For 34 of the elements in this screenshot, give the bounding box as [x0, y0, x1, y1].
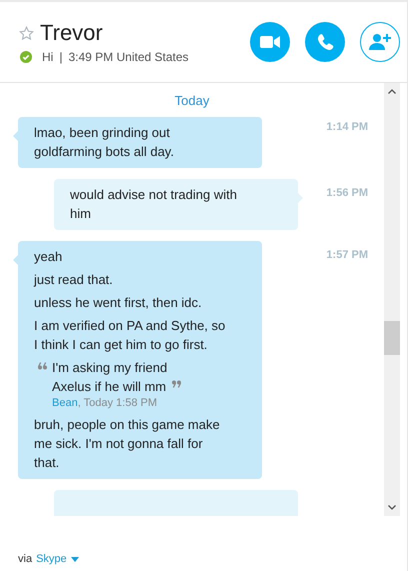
local-time: 3:49 PM United States: [68, 50, 189, 64]
message-text: I am verified on PA and Sythe, so I think I can get him to go first.: [34, 317, 226, 354]
date-divider: Today: [174, 93, 210, 108]
message-text: would advise not trading with him: [70, 186, 238, 223]
contact-name: Trevor: [40, 20, 103, 46]
message-time: 1:57 PM: [326, 249, 368, 261]
via-label: via: [18, 553, 32, 565]
separator: |: [59, 50, 62, 64]
message-text: bruh, people on this game make me sick. I'm not gonna fall for that.: [34, 416, 221, 472]
mood-text: Hi: [42, 50, 54, 64]
close-quote-icon: [171, 380, 182, 388]
scrollbar-thumb[interactable]: [384, 321, 400, 355]
video-call-button[interactable]: [250, 22, 290, 62]
message-text: unless he went first, then idc.: [34, 294, 203, 312]
caret-icon[interactable]: [70, 556, 79, 562]
video-camera-icon: [260, 35, 280, 49]
add-contact-button[interactable]: [360, 22, 400, 62]
message-time: 1:56 PM: [326, 187, 368, 199]
message-time: 1:14 PM: [326, 121, 368, 133]
message-text: yeah: [34, 248, 64, 266]
quoted-text: I'm asking my friend Axelus if he will mm: [52, 359, 168, 396]
add-person-icon: [369, 33, 391, 51]
quote-timestamp: , Today 1:58 PM: [78, 397, 157, 409]
open-quote-icon: [38, 362, 48, 370]
scroll-down-icon[interactable]: [388, 505, 396, 510]
message-text: lmao, been grinding out goldfarming bots all day.: [34, 124, 175, 161]
scroll-up-icon[interactable]: [388, 89, 396, 94]
skype-link[interactable]: Skype: [36, 553, 67, 565]
call-button[interactable]: [305, 22, 345, 62]
message-text: just read that.: [34, 271, 114, 289]
star-icon[interactable]: [19, 26, 34, 40]
quote-author-link[interactable]: Bean: [52, 397, 78, 409]
phone-icon: [316, 32, 334, 52]
scrollbar[interactable]: [384, 83, 400, 516]
